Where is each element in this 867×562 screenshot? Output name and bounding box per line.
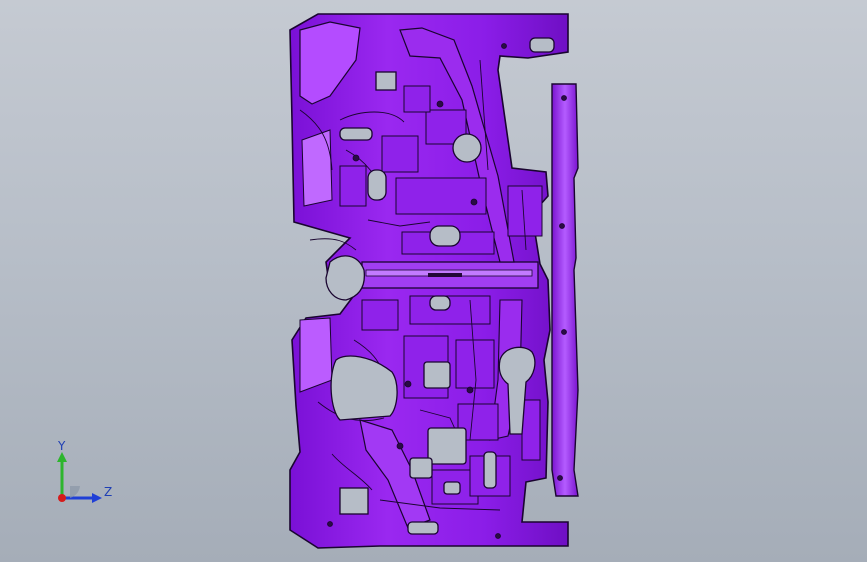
- graphics-viewport[interactable]: Y Z: [0, 0, 867, 562]
- x-axis-point: [58, 494, 66, 502]
- coordinate-triad: Y Z: [57, 440, 112, 503]
- right-flange-strip: [551, 83, 579, 497]
- side-cutout: [325, 255, 366, 301]
- z-axis-label: Z: [104, 485, 112, 499]
- sheet-metal-part-model[interactable]: [0, 0, 867, 562]
- y-axis-label: Y: [57, 440, 66, 453]
